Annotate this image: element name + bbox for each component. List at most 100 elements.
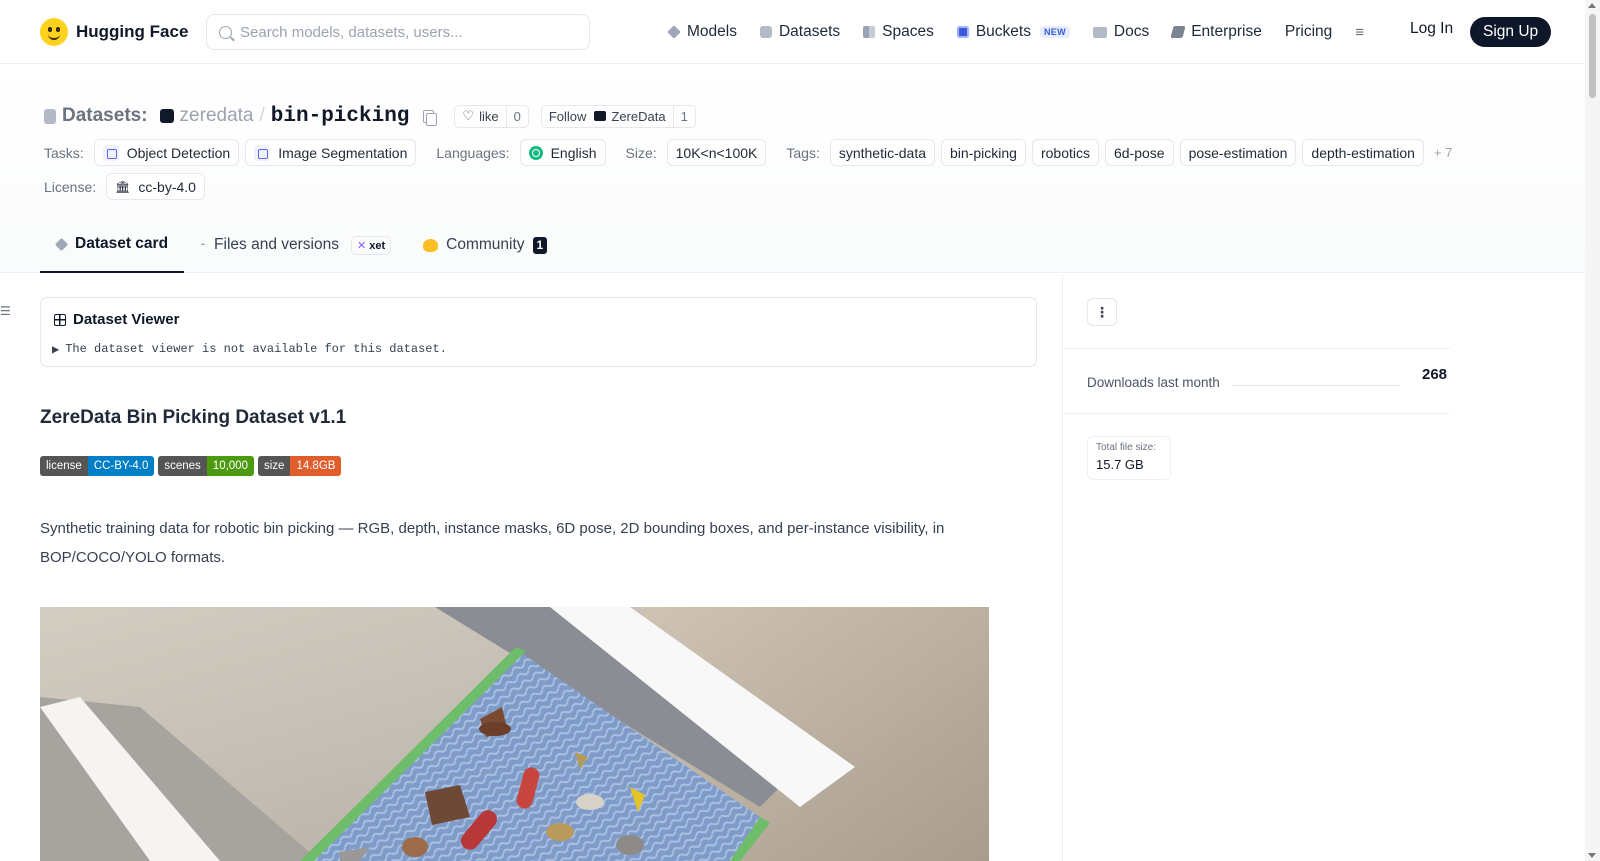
community-icon [423, 238, 439, 252]
nav-buckets[interactable]: Buckets NEW [956, 23, 1070, 41]
table-grid-icon [54, 313, 66, 326]
downloads-sparkline [1231, 385, 1401, 386]
like-count[interactable]: 0 [505, 105, 528, 127]
brand-logo[interactable]: Hugging Face [40, 16, 188, 48]
more-options-button[interactable]: ⋮ [1087, 298, 1117, 326]
meta-row-tags: Tasks: Object Detection Image Segmentati… [44, 139, 1452, 166]
dataset-description: Synthetic training data for robotic bin … [40, 520, 945, 566]
tag-pose-estimation[interactable]: pose-estimation [1179, 139, 1297, 166]
brand-name: Hugging Face [76, 22, 189, 41]
repo-type-label[interactable]: Datasets: [62, 105, 148, 127]
total-file-size-box: Total file size: 15.7 GB [1087, 436, 1171, 480]
sample-render-image [40, 607, 989, 861]
bin-scene-illustration [40, 607, 989, 861]
repo-title-row: Datasets: zeredata / bin-picking ♡ like … [44, 101, 696, 131]
tag-robotics[interactable]: robotics [1031, 139, 1099, 166]
tab-files-and-versions[interactable]: ⁃ Files and versions ✕ xet [184, 217, 407, 273]
task-image-segmentation[interactable]: Image Segmentation [245, 139, 417, 166]
more-tags-link[interactable]: + 7 [1434, 145, 1452, 160]
license-tag[interactable]: 🏛 cc-by-4.0 [106, 173, 205, 200]
table-of-contents-icon[interactable]: ☰ [0, 304, 11, 318]
menu-more-icon: ≡ [1355, 23, 1365, 41]
cube-icon [667, 25, 681, 39]
tasks-label: Tasks: [44, 144, 84, 161]
nav-spaces[interactable]: Spaces [863, 23, 934, 41]
nav-pricing[interactable]: Pricing [1285, 23, 1332, 41]
search-icon [219, 25, 232, 39]
nav-datasets[interactable]: Datasets [759, 23, 840, 41]
tag-depth-estimation[interactable]: depth-estimation [1302, 139, 1424, 166]
object-detection-icon [102, 144, 119, 161]
viewer-unavailable-toggle[interactable]: ▶ The dataset viewer is not available fo… [52, 342, 447, 357]
bucket-icon [956, 26, 969, 38]
caret-right-icon: ▶ [52, 343, 60, 357]
downloads-label: Downloads last month [1087, 375, 1220, 390]
tag-bin-picking[interactable]: bin-picking [941, 139, 1026, 166]
size-category[interactable]: 10K<n<100K [666, 139, 767, 166]
file-size-value: 15.7 GB [1096, 457, 1144, 472]
follow-button[interactable]: Follow ZereData [542, 106, 673, 127]
cube-icon [54, 237, 69, 251]
languages-label: Languages: [436, 144, 510, 161]
right-sidebar: ⋮ Downloads last month Total file size: … [1062, 274, 1585, 861]
like-button[interactable]: ♡ like [455, 106, 505, 127]
copy-icon[interactable] [423, 109, 438, 126]
nav-models[interactable]: Models [667, 23, 737, 41]
license-label: License: [44, 178, 97, 195]
scroll-down-arrow-icon[interactable] [1588, 853, 1596, 858]
org-avatar [594, 111, 607, 121]
spaces-icon [863, 26, 876, 38]
badge-size: size 14.8GB [257, 456, 342, 476]
language-english[interactable]: English [519, 139, 606, 166]
follow-button-group: Follow ZereData 1 [540, 104, 696, 128]
license-icon: 🏛 [115, 179, 131, 194]
nav-docs[interactable]: Docs [1092, 23, 1149, 41]
follower-count[interactable]: 1 [672, 105, 695, 127]
heart-icon: ♡ [462, 108, 475, 123]
tag-6d-pose[interactable]: 6d-pose [1104, 139, 1174, 166]
tab-community[interactable]: Community 1 [407, 217, 563, 273]
tags-label: Tags: [786, 144, 820, 161]
badge-scenes: scenes 10,000 [158, 456, 254, 476]
scroll-up-arrow-icon[interactable] [1588, 3, 1596, 8]
image-segmentation-icon [254, 144, 271, 161]
signup-button[interactable]: Sign Up [1470, 17, 1552, 47]
org-avatar [159, 109, 174, 123]
globe-icon [528, 145, 543, 160]
dataset-viewer-title: Dataset Viewer [54, 311, 179, 328]
like-button-group: ♡ like 0 [454, 104, 529, 128]
search-box[interactable] [206, 14, 590, 50]
page-scrollbar[interactable] [1585, 0, 1600, 861]
database-icon [759, 26, 772, 38]
repo-header: Datasets: zeredata / bin-picking ♡ like … [0, 65, 1585, 273]
files-icon: ⁃ [200, 238, 207, 252]
meta-row-license: License: 🏛 cc-by-4.0 [44, 173, 205, 200]
repo-name[interactable]: bin-picking [271, 105, 410, 128]
nav-more-menu[interactable]: ≡ [1355, 24, 1364, 41]
repo-tabs: Dataset card ⁃ Files and versions ✕ xet … [40, 217, 563, 273]
task-object-detection[interactable]: Object Detection [93, 139, 240, 166]
community-count-badge: 1 [532, 236, 548, 254]
tab-dataset-card[interactable]: Dataset card [40, 217, 185, 273]
file-size-label: Total file size: [1096, 442, 1157, 453]
tag-synthetic-data[interactable]: synthetic-data [829, 139, 936, 166]
hugging-face-logo-icon [40, 18, 68, 46]
search-input[interactable] [240, 23, 570, 41]
dataset-viewer-panel: Dataset Viewer ▶ The dataset viewer is n… [40, 297, 1037, 367]
new-badge: NEW [1039, 26, 1070, 38]
dataset-card-title: ZereData Bin Picking Dataset v1.1 [40, 407, 347, 428]
book-icon [1092, 26, 1107, 38]
path-separator: / [259, 105, 265, 126]
nav-links: Models Datasets Spaces Buckets NEW Docs … [667, 16, 1364, 48]
downloads-count: 268 [1422, 366, 1448, 383]
shield-badges: license CC-BY-4.0 scenes 10,000 size 14.… [40, 456, 342, 476]
enterprise-icon [1170, 26, 1186, 38]
org-link[interactable]: zeredata [180, 105, 254, 127]
nav-enterprise[interactable]: Enterprise [1170, 23, 1262, 41]
top-navigation: Hugging Face Models Datasets Spaces Buck… [0, 0, 1585, 64]
scroll-thumb[interactable] [1589, 14, 1596, 98]
size-label: Size: [625, 144, 657, 161]
login-button[interactable]: Log In [1410, 20, 1453, 38]
xet-badge: ✕ xet [350, 235, 392, 255]
badge-license: license CC-BY-4.0 [40, 456, 155, 476]
